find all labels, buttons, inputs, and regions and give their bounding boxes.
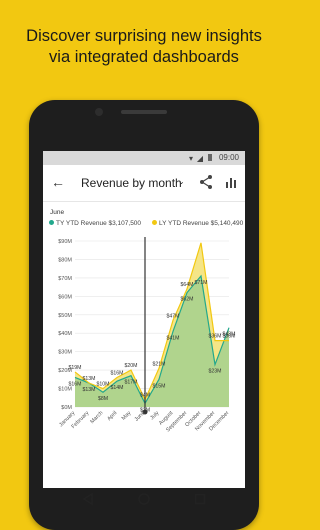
phone-screen: ▾ ◢ 09:00 ← Revenue by month ⌄ June TY Y… xyxy=(43,151,245,488)
y-tick-label: $70M xyxy=(58,276,72,282)
selected-category-label: June xyxy=(50,209,65,216)
data-label: $36M xyxy=(223,334,236,340)
data-label: $15M xyxy=(153,383,166,389)
data-label: $13M xyxy=(83,376,96,382)
legend-ly-label: LY YTD Revenue $5,140,490 xyxy=(159,220,244,227)
data-label: $13M xyxy=(83,387,96,393)
android-nav-bar xyxy=(29,488,259,512)
legend-item-ly[interactable]: LY YTD Revenue $5,140,490 xyxy=(152,220,243,227)
front-camera xyxy=(95,108,103,116)
legend-item-ty[interactable]: TY YTD Revenue $3,107,500 xyxy=(49,220,141,227)
y-tick-label: $90M xyxy=(58,239,72,245)
data-label: $16M xyxy=(111,370,124,376)
y-tick-label: $0M xyxy=(61,405,72,411)
data-label: $8M xyxy=(98,396,108,402)
back-arrow-icon[interactable]: ← xyxy=(51,174,65,190)
data-label: $19M xyxy=(69,365,82,371)
status-bar: ▾ ◢ 09:00 xyxy=(43,151,245,165)
data-label: $20M xyxy=(125,363,138,369)
x-tick-label: March xyxy=(89,410,104,425)
data-label: $71M xyxy=(195,280,208,286)
x-tick-label: July xyxy=(149,410,160,421)
back-triangle-icon[interactable] xyxy=(81,492,95,506)
y-tick-label: $30M xyxy=(58,350,72,356)
data-label: $41M xyxy=(167,335,180,341)
data-label: $21M xyxy=(153,361,166,367)
x-tick-label: May xyxy=(121,410,133,422)
data-label: $14M xyxy=(111,385,124,391)
promo-headline: Discover surprising new insights via int… xyxy=(0,26,288,68)
share-icon[interactable] xyxy=(199,174,213,190)
legend-dot-ly xyxy=(152,220,157,225)
x-tick-label: April xyxy=(106,410,118,422)
data-label: $16M xyxy=(69,381,82,387)
headline-line-2: via integrated dashboards xyxy=(49,48,239,66)
bar-chart-icon[interactable] xyxy=(225,176,237,188)
signal-icon: ◢ xyxy=(196,154,203,163)
data-label: $17M xyxy=(125,380,138,386)
y-tick-label: $40M xyxy=(58,331,72,337)
home-circle-icon[interactable] xyxy=(137,492,151,506)
headline-line-1: Discover surprising new insights xyxy=(26,27,262,45)
recents-square-icon[interactable] xyxy=(193,492,207,506)
chevron-down-icon[interactable]: ⌄ xyxy=(178,177,185,186)
data-label: $4M xyxy=(140,393,150,399)
y-tick-label: $50M xyxy=(58,313,72,319)
status-time: 09:00 xyxy=(218,153,239,162)
data-label: $23M xyxy=(209,369,222,375)
legend-dot-ty xyxy=(49,220,54,225)
report-title[interactable]: Revenue by month xyxy=(81,176,182,190)
legend-ty-label: TY YTD Revenue $3,107,500 xyxy=(56,220,142,227)
y-tick-label: $60M xyxy=(58,294,72,300)
revenue-area-chart[interactable]: $0M $10M $20M $30M $40M $50M $60M $70M $80M $90M $… xyxy=(43,235,245,473)
data-label: $36M xyxy=(209,334,222,340)
y-tick-label: $80M xyxy=(58,257,72,263)
data-label: $47M xyxy=(167,313,180,319)
earpiece-speaker xyxy=(121,110,167,114)
data-label: $62M xyxy=(181,297,194,303)
data-label: $10M xyxy=(97,382,110,388)
chart-legend: TY YTD Revenue $3,107,500 LY YTD Revenue… xyxy=(47,220,245,230)
app-bar: ← Revenue by month ⌄ xyxy=(43,165,245,202)
battery-icon xyxy=(208,154,212,161)
wifi-icon: ▾ xyxy=(188,154,193,163)
data-label: $64M xyxy=(181,282,194,288)
